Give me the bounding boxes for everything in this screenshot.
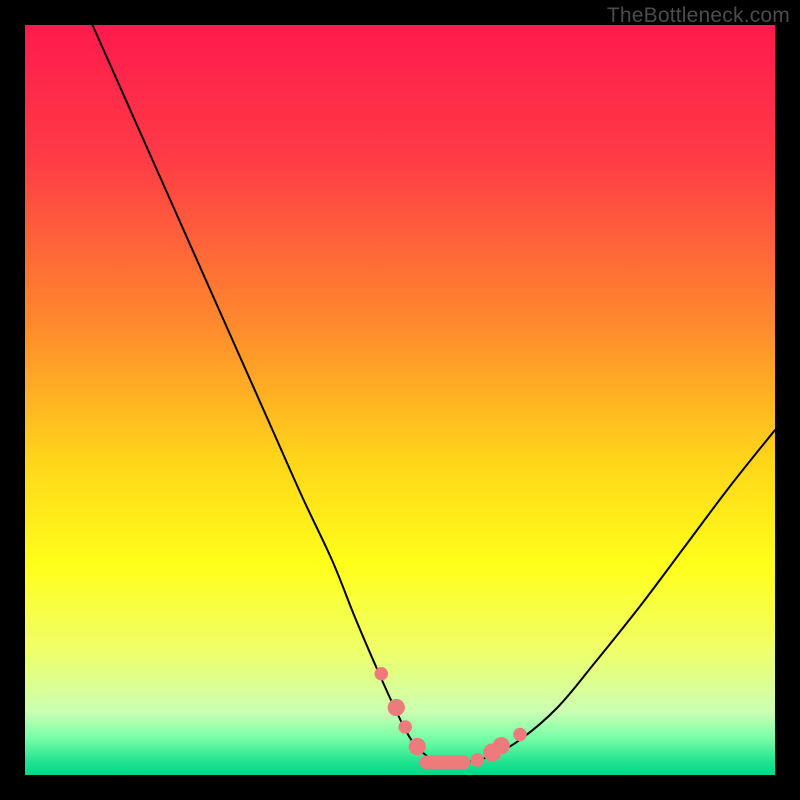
chart-canvas: [25, 25, 775, 775]
marker-dot: [513, 728, 527, 742]
chart-plot-area: [25, 25, 775, 775]
marker-dot: [409, 738, 426, 755]
watermark-text: TheBottleneck.com: [607, 4, 790, 28]
marker-dot: [471, 753, 485, 767]
chart-frame: TheBottleneck.com: [0, 0, 800, 800]
gradient-background: [25, 25, 775, 775]
marker-dot: [493, 737, 510, 754]
marker-dot: [388, 699, 405, 716]
marker-dot: [375, 667, 389, 681]
marker-dot: [399, 720, 413, 734]
